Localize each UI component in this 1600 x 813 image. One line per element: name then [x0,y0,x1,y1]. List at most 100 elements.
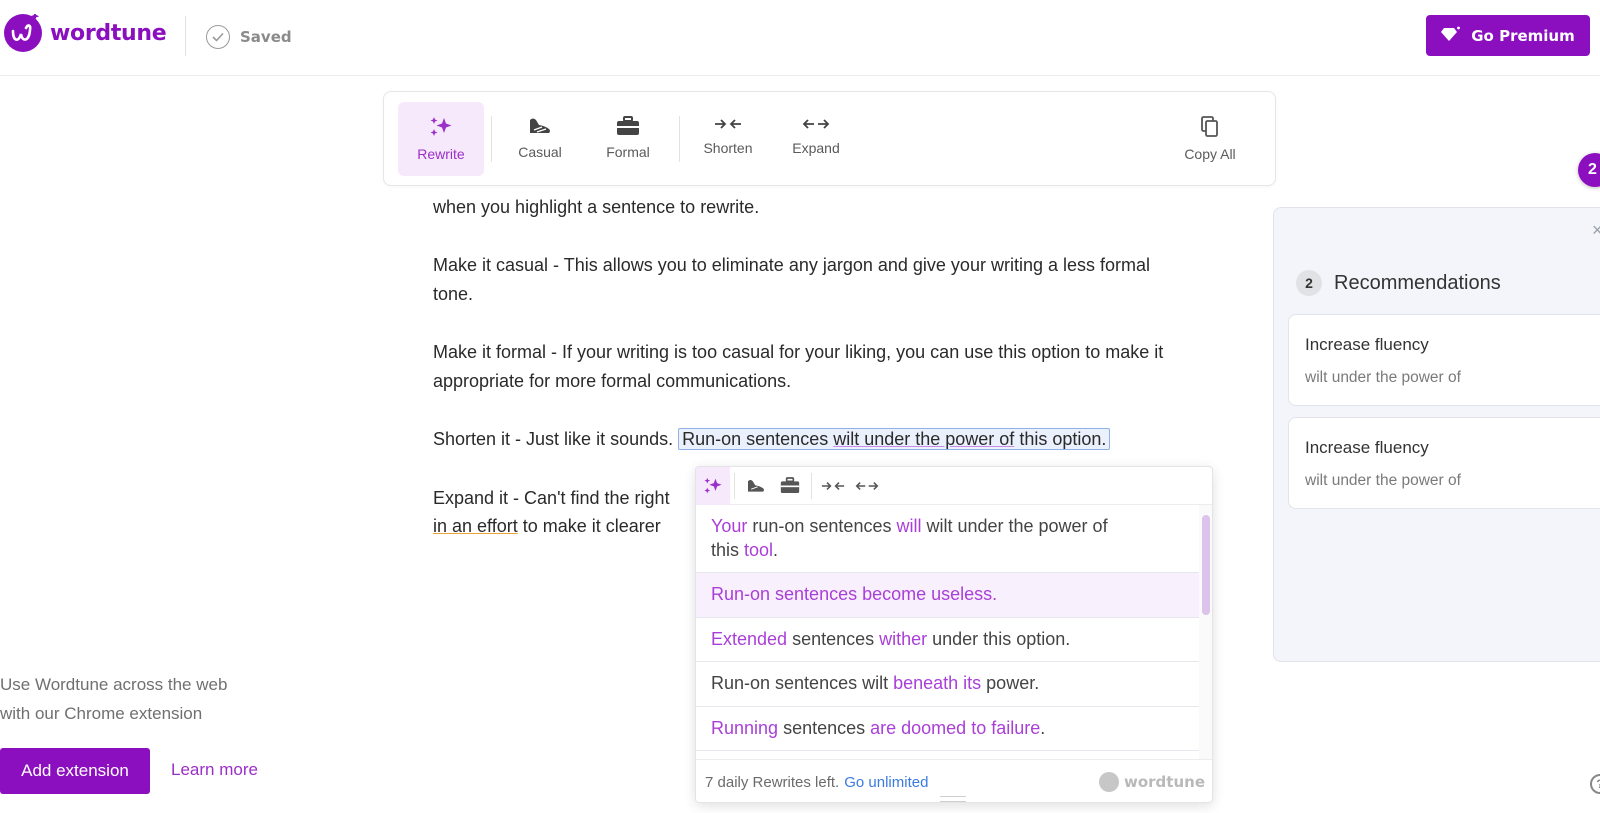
unchanged-text: run-on sentences [747,516,897,536]
unchanged-text: . [773,539,779,560]
rewrites-left-text: 7 daily Rewrites left. [705,773,840,791]
recommendation-card[interactable]: Increase fluency wilt under the power of [1288,314,1600,406]
doc-text: Expand it - Can't find the right [433,487,670,508]
briefcase-icon [780,477,800,493]
go-premium-button[interactable]: Go Premium [1426,15,1590,56]
changed-text: Your [711,516,748,536]
rewrite-toolbar: Rewrite Casual Formal Shorten Expand Cop… [383,91,1276,186]
app-header: wordtune Saved Go Premium [0,0,1600,76]
close-icon[interactable]: × [1592,220,1600,241]
doc-text: when you highlight a sentence to rewrite… [433,196,760,217]
diamond-icon [1441,26,1461,46]
logo-mark-icon [4,14,42,52]
changed-text: tool [744,539,774,560]
copy-all-label: Copy All [1184,146,1236,162]
promo-line: with our Chrome extension [0,704,203,723]
changed-text: will [896,516,922,536]
doc-paragraph-formal: Make it formal - If your writing is too … [433,342,1164,391]
tool-shorten[interactable]: Shorten [685,102,771,176]
suggestion-item[interactable]: Running sentences are doomed to failure. [696,707,1201,751]
sparkle-icon [704,477,722,493]
promo-line: Use Wordtune across the web [0,675,228,694]
tool-expand[interactable]: Expand [773,102,859,176]
tool-label: Casual [518,144,562,160]
flagged-phrase[interactable]: in an effort [433,516,518,536]
sneaker-icon [748,479,764,492]
popup-toolbar [696,467,1212,505]
resize-grip[interactable] [940,796,966,802]
unchanged-text: . [1040,717,1046,738]
header-divider [185,16,186,56]
tool-casual[interactable]: Casual [497,102,583,176]
changed-text: Running [711,717,779,738]
extension-promo: Use Wordtune across the web with our Chr… [0,670,227,728]
doc-paragraph-shorten: Shorten it - Just like it sounds. Run-on… [433,425,1203,454]
sparkle-icon [430,117,452,136]
suggestion-item[interactable]: Run-on sentences become useless. [696,573,1201,618]
recommendation-title: Increase fluency [1305,438,1429,457]
popup-tool-casual[interactable] [739,467,773,505]
changed-text: Run-on sentences become useless. [711,584,998,604]
wordtune-logo[interactable]: wordtune [4,14,167,52]
help-icon[interactable]: ? [1590,774,1600,794]
arrows-in-icon [715,119,741,129]
wordtune-logo-icon [1099,772,1119,792]
popup-footer: 7 daily Rewrites left. Go unlimited word… [696,759,1212,802]
suggestion-item[interactable]: Run-on sentences wilt beneath its power. [696,662,1201,707]
recommendation-snippet: wilt under the power of [1305,472,1461,489]
unchanged-text: sentences [778,717,871,738]
unchanged-text: under this option. [927,628,1071,649]
recommendation-snippet: wilt under the power of [1305,369,1461,386]
learn-more-link[interactable]: Learn more [171,760,258,780]
popup-brand-name: wordtune [1124,773,1205,791]
copy-icon [1201,116,1218,137]
rewrite-suggestions-popup: Your run-on sentences will wilt under th… [695,466,1213,803]
suggestion-item[interactable]: Extended sentences wither under this opt… [696,618,1201,662]
popup-divider [811,472,812,499]
unchanged-text: sentences [787,628,880,649]
flagged-phrase[interactable]: wilt under the power of [833,429,1014,449]
selected-sentence[interactable]: Run-on sentences wilt under the power of… [678,428,1111,450]
tool-label: Expand [792,140,840,156]
add-extension-button[interactable]: Add extension [0,748,150,794]
doc-text: Shorten it - Just like it sounds. [433,429,679,449]
popup-tool-shorten[interactable] [816,467,850,505]
popup-tool-expand[interactable] [850,467,884,505]
doc-paragraph-rewrite: when you highlight a sentence to rewrite… [433,193,1203,222]
go-premium-label: Go Premium [1471,26,1575,45]
changed-text: are doomed to failure [870,717,1041,738]
scrollbar-thumb[interactable] [1202,515,1210,615]
tool-label: Rewrite [417,146,465,162]
popup-tool-formal[interactable] [773,467,807,505]
tool-formal[interactable]: Formal [585,102,671,176]
check-circle-icon [206,25,230,49]
briefcase-icon [617,116,639,135]
saved-status: Saved [206,25,292,49]
changed-text: Extended [711,628,788,649]
arrows-in-icon [821,481,845,490]
unchanged-text: Run-on sentences wilt [711,673,894,693]
unchanged-text: power. [981,673,1040,693]
arrows-out-icon [802,119,830,129]
recommendations-panel: × 2 Recommendations Increase fluency wil… [1273,207,1600,662]
changed-text: wither [879,628,928,649]
popup-tool-rewrite[interactable] [696,467,730,505]
tool-rewrite[interactable]: Rewrite [398,102,484,176]
doc-paragraph-casual: Make it casual - This allows you to elim… [433,255,1150,304]
doc-text: this option. [1014,429,1107,449]
recommendations-title: Recommendations [1334,271,1501,294]
recommendation-card[interactable]: Increase fluency wilt under the power of [1288,417,1600,509]
suggestion-item[interactable]: Your run-on sentences will wilt under th… [696,505,1201,573]
tool-label: Formal [606,144,650,160]
copy-all-button[interactable]: Copy All [1167,102,1253,176]
arrows-out-icon [855,481,879,490]
sneaker-icon [530,118,550,133]
doc-text: to make it clearer [517,516,661,536]
toolbar-divider [679,116,680,162]
go-unlimited-link[interactable]: Go unlimited [844,774,928,791]
recommendations-badge[interactable]: 2 [1578,153,1600,187]
doc-text: Run-on sentences [682,429,834,449]
suggestion-list: Your run-on sentences will wilt under th… [696,505,1201,759]
recommendation-title: Increase fluency [1305,335,1429,354]
saved-label: Saved [240,28,292,46]
